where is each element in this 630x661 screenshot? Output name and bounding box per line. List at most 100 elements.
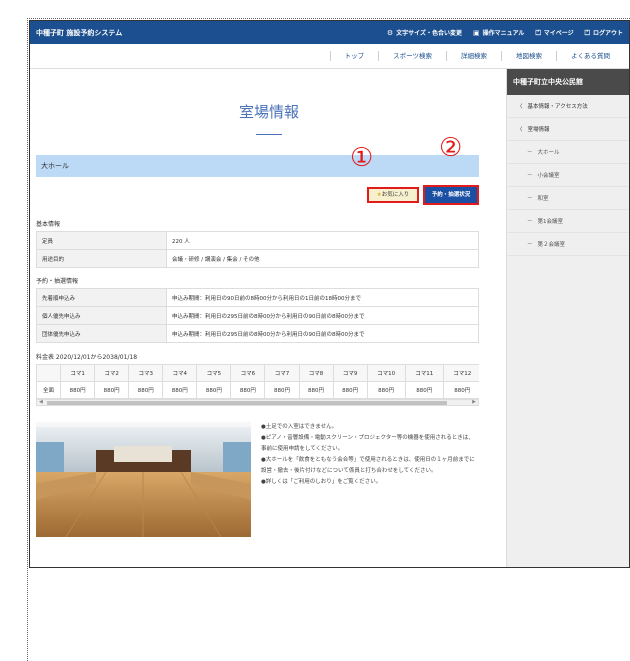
fee-table-label: 料金表 2020/12/01から2038/01/18 bbox=[36, 354, 138, 361]
fee-cell: 880円 bbox=[94, 381, 130, 399]
sidebar-item[interactable]: － 小会議室 bbox=[507, 164, 629, 187]
action-buttons: ① ② ★お気に入り 予約・抽選状況 bbox=[30, 135, 508, 211]
header-link-label: ログアウト bbox=[592, 29, 623, 37]
usage-notes: ●土足での入室はできません。 ●ピアノ・音響設備・電動スクリーン・プロジェクター等… bbox=[261, 422, 479, 488]
fee-cell: 880円 bbox=[162, 381, 198, 399]
note-item: ●ピアノ・音響設備・電動スクリーン・プロジェクター等の機器を使用されるときは、事… bbox=[261, 435, 474, 452]
sidebar-item[interactable]: － 和室 bbox=[507, 187, 629, 210]
fee-cell: 全面 bbox=[36, 381, 62, 399]
main-content: 室場情報 大ホール ① ② ★お気に入り 予約・抽選状況 基本情報 定員 220… bbox=[30, 69, 508, 567]
nav-item[interactable]: 詳細検索 bbox=[446, 51, 501, 61]
chevron-left-icon: 〈 bbox=[517, 104, 523, 110]
dash-icon: － bbox=[527, 242, 533, 248]
fee-header-cell: コマ2 bbox=[94, 364, 130, 382]
info-value: 会議・研修 / 講演会 / 集会 / その他 bbox=[166, 249, 479, 268]
table-row: 先着順申込み 申込み期間：利用日の90日前の8時00分から利用日の1日前の18時… bbox=[36, 288, 479, 307]
sidebar-item-label: 室場情報 bbox=[527, 127, 550, 133]
fee-header-cell: コマ11 bbox=[404, 364, 444, 382]
sidebar-item-label: 小会議室 bbox=[537, 173, 560, 179]
book-icon: ▣ bbox=[472, 29, 480, 37]
sidebar-item-label: 第２会議室 bbox=[537, 242, 566, 248]
header-link-label: マイページ bbox=[543, 29, 574, 37]
nav-item[interactable]: スポーツ検索 bbox=[378, 51, 446, 61]
fee-header-cell: コマ5 bbox=[196, 364, 232, 382]
dash-icon: － bbox=[527, 196, 533, 202]
info-value: 申込み期間：利用日の90日前の8時00分から利用日の1日前の18時00分まで bbox=[166, 288, 479, 307]
horizontal-scrollbar[interactable]: ◀ ▶ bbox=[36, 399, 479, 406]
table-row: 個人優先申込み 申込み期間：利用日の295日前の8時00分から利用日の90日前の… bbox=[36, 306, 479, 325]
sidebar-item[interactable]: 〈基本情報・アクセス方法 bbox=[507, 95, 629, 118]
callout-number-2: ② bbox=[439, 133, 463, 163]
sidebar-item[interactable]: 〈室場情報 bbox=[507, 118, 629, 141]
note-item: ●大ホールを「飲食をともなう会合等」で使用されるときは、使用日の１ヶ月前までに設… bbox=[261, 457, 475, 474]
info-key: 個人優先申込み bbox=[36, 306, 167, 325]
table-row: 定員 220 人 bbox=[36, 231, 479, 250]
info-key: 定員 bbox=[36, 231, 167, 250]
dash-icon: － bbox=[527, 219, 533, 225]
fee-header-cell: コマ4 bbox=[162, 364, 198, 382]
basic-info-label: 基本情報 bbox=[36, 221, 61, 228]
sidebar: 中種子町立中央公民館 〈基本情報・アクセス方法〈室場情報－大ホール－小会議室－和… bbox=[506, 69, 629, 567]
top-bar: 中種子町 施設予約システム ⚙ 文字サイズ・色合い変更 ▣ 操作マニュアル ⏍ マイページ… bbox=[30, 21, 629, 44]
fee-table-scroll: コマ1コマ2コマ3コマ4コマ5コマ6コマ7コマ8コマ9コマ10コマ11コマ12コ… bbox=[36, 364, 479, 399]
reservation-status-button[interactable]: 予約・抽選状況 bbox=[423, 185, 479, 205]
nav-item[interactable]: トップ bbox=[329, 51, 379, 61]
header-link-gear[interactable]: ⚙ 文字サイズ・色合い変更 bbox=[387, 28, 462, 37]
sidebar-item[interactable]: － 第1会議室 bbox=[507, 210, 629, 233]
nav-item[interactable]: 地図検索 bbox=[501, 51, 556, 61]
header-links: ⚙ 文字サイズ・色合い変更 ▣ 操作マニュアル ⏍ マイページ ⏍ ログアウト bbox=[387, 28, 623, 38]
fee-cell: 880円 bbox=[442, 381, 479, 399]
user-icon: ⏍ bbox=[535, 28, 541, 37]
header-link-user[interactable]: ⏍ マイページ bbox=[535, 28, 573, 38]
dash-icon: － bbox=[527, 150, 533, 156]
fee-cell: 880円 bbox=[404, 381, 444, 399]
fee-header-cell: コマ10 bbox=[366, 364, 406, 382]
sidebar-heading: 中種子町立中央公民館 bbox=[507, 69, 629, 95]
fee-cell: 880円 bbox=[196, 381, 232, 399]
favorite-button[interactable]: ★お気に入り bbox=[367, 187, 419, 203]
nav-item[interactable]: よくある質問 bbox=[556, 51, 624, 61]
sidebar-menu: 〈基本情報・アクセス方法〈室場情報－大ホール－小会議室－和室－第1会議室－第２会… bbox=[507, 95, 629, 256]
header-link-book[interactable]: ▣ 操作マニュアル bbox=[473, 28, 524, 37]
fee-cell: 880円 bbox=[264, 381, 300, 399]
fee-header-cell bbox=[36, 364, 62, 382]
sidebar-item[interactable]: － 大ホール bbox=[507, 141, 629, 164]
note-item: ●詳しくは「ご利用のしおり」をご覧ください。 bbox=[261, 479, 382, 485]
fee-header-cell: コマ9 bbox=[332, 364, 368, 382]
fee-cell: 880円 bbox=[230, 381, 266, 399]
sidebar-item-label: 和室 bbox=[537, 196, 549, 202]
title-underline bbox=[256, 134, 282, 135]
info-key: 団体優先申込み bbox=[36, 324, 167, 343]
table-row: 用途目的 会議・研修 / 講演会 / 集会 / その他 bbox=[36, 249, 479, 268]
fee-cell: 880円 bbox=[366, 381, 406, 399]
header-link-label: 操作マニュアル bbox=[482, 30, 525, 37]
fee-row: 全面 880円 880円 880円 880円 880円 880円 880円 880円 880円 88… bbox=[36, 381, 479, 399]
fee-header-row: コマ1コマ2コマ3コマ4コマ5コマ6コマ7コマ8コマ9コマ10コマ11コマ12コ… bbox=[36, 364, 479, 382]
fee-header-cell: コマ8 bbox=[298, 364, 334, 382]
sidebar-item[interactable]: － 第２会議室 bbox=[507, 233, 629, 256]
sidebar-item-label: 第1会議室 bbox=[537, 219, 564, 225]
fee-cell: 880円 bbox=[128, 381, 164, 399]
scroll-left-icon[interactable]: ◀ bbox=[39, 399, 43, 405]
fee-table: コマ1コマ2コマ3コマ4コマ5コマ6コマ7コマ8コマ9コマ10コマ11コマ12コ… bbox=[36, 364, 479, 399]
room-details: ●土足での入室はできません。 ●ピアノ・音響設備・電動スクリーン・プロジェクター等… bbox=[30, 422, 508, 537]
fee-cell: 880円 bbox=[60, 381, 96, 399]
table-row: 団体優先申込み 申込み期間：利用日の295日前の8時00分から利用日の90日前の… bbox=[36, 324, 479, 343]
scroll-right-icon[interactable]: ▶ bbox=[472, 399, 476, 405]
sidebar-item-label: 大ホール bbox=[537, 150, 560, 156]
room-name-bar: 大ホール bbox=[36, 155, 479, 177]
favorite-label: お気に入り bbox=[381, 192, 410, 198]
scrollbar-thumb[interactable] bbox=[47, 401, 447, 405]
reservation-info-table: 先着順申込み 申込み期間：利用日の90日前の8時00分から利用日の1日前の18時… bbox=[36, 288, 479, 343]
chevron-left-icon: 〈 bbox=[517, 127, 523, 133]
fee-header-cell: コマ3 bbox=[128, 364, 164, 382]
fee-cell: 880円 bbox=[298, 381, 334, 399]
system-title[interactable]: 中種子町 施設予約システム bbox=[36, 28, 122, 38]
info-value: 申込み期間：利用日の295日前の8時00分から利用日の90日前の8時00分まで bbox=[166, 324, 479, 343]
header-link-logout[interactable]: ⏍ ログアウト bbox=[585, 28, 623, 38]
sidebar-item-label: 基本情報・アクセス方法 bbox=[527, 104, 588, 110]
fee-cell: 880円 bbox=[332, 381, 368, 399]
logout-icon: ⏍ bbox=[584, 28, 590, 37]
basic-info-table: 定員 220 人 用途目的 会議・研修 / 講演会 / 集会 / その他 bbox=[36, 231, 479, 268]
reservation-info-label: 予約・抽選情報 bbox=[36, 278, 79, 285]
